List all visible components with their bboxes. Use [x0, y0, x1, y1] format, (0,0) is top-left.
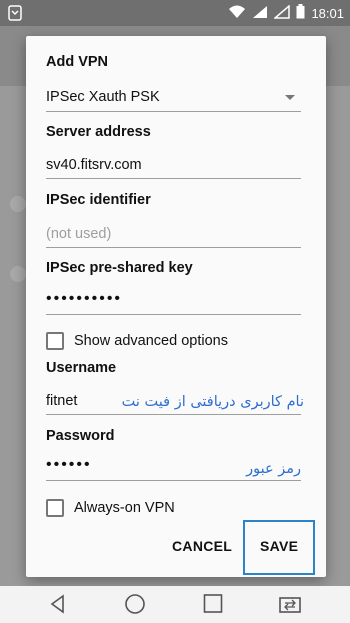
server-address-label: Server address — [46, 124, 151, 140]
username-annotation: نام کاربری دریافتی از فیت نت — [121, 394, 304, 410]
vpn-type-select[interactable]: IPSec Xauth PSK — [46, 85, 301, 112]
recents-icon[interactable] — [203, 594, 223, 619]
advanced-options-label: Show advanced options — [74, 333, 228, 349]
status-bar: 18:01 — [0, 0, 350, 26]
signal-icon-2 — [273, 3, 291, 22]
password-value: •••••• — [46, 456, 92, 473]
server-address-value: sv40.fitsrv.com — [46, 157, 142, 173]
password-label: Password — [46, 428, 115, 444]
psk-value: •••••••••• — [46, 290, 123, 307]
psk-input[interactable]: •••••••••• — [46, 289, 301, 315]
status-time: 18:01 — [311, 5, 344, 21]
home-icon[interactable] — [124, 594, 146, 621]
server-address-input[interactable]: sv40.fitsrv.com — [46, 153, 301, 179]
always-on-vpn-checkbox[interactable]: Always-on VPN — [46, 499, 175, 517]
back-icon[interactable] — [48, 594, 68, 619]
dialog-title: Add VPN — [46, 54, 109, 70]
password-annotation: رمز عبور — [246, 461, 301, 477]
checkbox-icon[interactable] — [46, 499, 64, 517]
signal-icon — [252, 5, 268, 22]
dropdown-arrow-icon — [285, 95, 295, 100]
ipsec-identifier-label: IPSec identifier — [46, 192, 151, 208]
vpn-type-value: IPSec Xauth PSK — [46, 89, 160, 105]
username-value: fitnet — [46, 393, 78, 409]
save-highlight-box — [243, 520, 315, 575]
ipsec-identifier-placeholder: (not used) — [46, 226, 112, 242]
background-item — [10, 196, 26, 212]
app-icon — [8, 5, 22, 26]
advanced-options-checkbox[interactable]: Show advanced options — [46, 332, 228, 350]
psk-label: IPSec pre-shared key — [46, 260, 193, 276]
wifi-icon — [228, 5, 246, 22]
always-on-vpn-label: Always-on VPN — [74, 500, 175, 516]
battery-icon — [296, 4, 305, 22]
username-label: Username — [46, 360, 117, 376]
background-item — [10, 266, 26, 282]
cancel-button[interactable]: CANCEL — [172, 538, 232, 554]
ipsec-identifier-input[interactable]: (not used) — [46, 222, 301, 248]
checkbox-icon[interactable] — [46, 332, 64, 350]
add-vpn-dialog: Add VPN IPSec Xauth PSK Server address s… — [26, 36, 326, 577]
switch-icon[interactable] — [278, 594, 302, 619]
navigation-bar — [0, 586, 350, 623]
